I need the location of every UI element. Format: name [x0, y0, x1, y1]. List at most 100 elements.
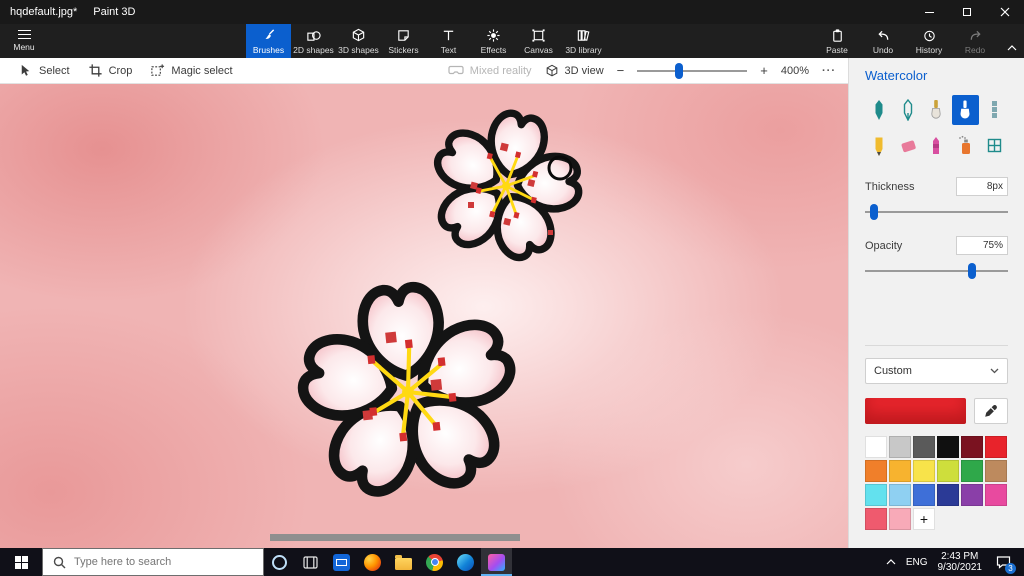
mail-app-button[interactable] — [326, 548, 357, 576]
brush-pencil[interactable] — [866, 131, 893, 161]
opacity-slider-thumb[interactable] — [968, 263, 977, 279]
brush-calligraphy[interactable] — [894, 95, 921, 125]
palette-swatch[interactable] — [985, 484, 1007, 506]
brush-eraser[interactable] — [894, 131, 921, 161]
brush-pixel-pen[interactable] — [980, 95, 1007, 125]
minimize-button[interactable] — [910, 0, 948, 24]
flower-small — [414, 97, 598, 276]
firefox-button[interactable] — [357, 548, 388, 576]
palette-swatch[interactable] — [913, 436, 935, 458]
palette-swatch[interactable] — [913, 484, 935, 506]
palette-swatch[interactable] — [889, 484, 911, 506]
action-center-button[interactable]: 3 — [992, 548, 1016, 576]
menu-button[interactable]: Menu — [0, 24, 48, 58]
language-indicator[interactable]: ENG — [906, 557, 928, 568]
palette-swatch[interactable] — [865, 508, 887, 530]
tab-2d-shapes[interactable]: 2D shapes — [291, 24, 336, 58]
palette-swatch[interactable] — [985, 436, 1007, 458]
close-button[interactable] — [986, 0, 1024, 24]
palette-swatch[interactable] — [961, 484, 983, 506]
oil-brush-icon — [931, 100, 942, 119]
palette-swatch[interactable] — [985, 460, 1007, 482]
thickness-slider[interactable] — [865, 204, 1008, 220]
add-color-button[interactable]: + — [913, 508, 935, 530]
tab-stickers[interactable]: Stickers — [381, 24, 426, 58]
magic-select-button[interactable]: Magic select — [150, 63, 233, 78]
menubar: Menu Brushes 2D shapes 3D shapes Sticker… — [0, 24, 1024, 58]
color-mode-dropdown[interactable]: Custom — [865, 358, 1008, 384]
start-button[interactable] — [0, 548, 42, 576]
system-tray: ENG 2:43 PM 9/30/2021 3 — [886, 548, 1024, 576]
task-view-button[interactable] — [295, 548, 326, 576]
palette-swatch[interactable] — [865, 460, 887, 482]
brush-spray-can[interactable] — [952, 131, 979, 161]
crayon-icon — [933, 137, 940, 154]
tab-3d-library[interactable]: 3D library — [561, 24, 606, 58]
zoom-slider[interactable] — [637, 62, 748, 79]
tab-text[interactable]: Text — [426, 24, 471, 58]
thickness-input[interactable] — [956, 177, 1008, 196]
file-explorer-button[interactable] — [388, 548, 419, 576]
palette-swatch[interactable] — [937, 460, 959, 482]
zoom-slider-thumb[interactable] — [675, 62, 684, 79]
zoom-level: 400% — [780, 64, 809, 77]
paint-spatter — [468, 202, 474, 208]
brush-crayon[interactable] — [923, 131, 950, 161]
collapse-ribbon-button[interactable] — [1007, 38, 1017, 56]
paint3d-taskbar-button[interactable] — [481, 548, 512, 576]
chevron-down-icon — [990, 368, 999, 374]
zoom-in-button[interactable]: + — [760, 63, 768, 78]
edge-button[interactable] — [450, 548, 481, 576]
tab-3d-shapes[interactable]: 3D shapes — [336, 24, 381, 58]
menu-label: Menu — [13, 42, 35, 53]
palette-swatch[interactable] — [913, 460, 935, 482]
brush-marker[interactable] — [866, 95, 893, 125]
mixed-reality-button[interactable]: Mixed reality — [448, 64, 532, 77]
search-input[interactable] — [74, 556, 239, 568]
tray-chevron-icon[interactable] — [886, 559, 896, 565]
tab-canvas[interactable]: Canvas — [516, 24, 561, 58]
cortana-button[interactable] — [264, 548, 295, 576]
restore-button[interactable] — [948, 0, 986, 24]
palette-swatch[interactable] — [889, 436, 911, 458]
zoom-out-button[interactable]: − — [617, 63, 625, 78]
3d-view-button[interactable]: 3D view — [545, 64, 604, 78]
undo-button[interactable]: Undo — [860, 24, 906, 58]
canvas-artwork[interactable] — [0, 84, 848, 548]
taskbar-search[interactable] — [42, 548, 264, 576]
horizontal-scrollbar[interactable] — [270, 534, 520, 541]
brush-grid — [865, 95, 1008, 161]
thickness-slider-thumb[interactable] — [869, 204, 878, 220]
current-color-swatch[interactable] — [865, 398, 966, 424]
palette-swatch[interactable] — [889, 508, 911, 530]
redo-button[interactable]: Redo — [952, 24, 998, 58]
canvas[interactable] — [0, 84, 848, 548]
toolbar: Select Crop Magic select Mixed reality 3… — [0, 58, 848, 84]
crop-button[interactable]: Crop — [88, 63, 132, 78]
select-button[interactable]: Select — [18, 63, 70, 78]
paste-button[interactable]: Paste — [814, 24, 860, 58]
palette-swatch[interactable] — [865, 484, 887, 506]
tab-brushes[interactable]: Brushes — [246, 24, 291, 58]
tab-effects[interactable]: Effects — [471, 24, 516, 58]
palette-swatch[interactable] — [937, 436, 959, 458]
clock[interactable]: 2:43 PM 9/30/2021 — [938, 551, 983, 573]
palette-swatch[interactable] — [961, 460, 983, 482]
zoom-slider-track[interactable] — [637, 69, 748, 72]
opacity-slider[interactable] — [865, 263, 1008, 279]
brush-watercolor[interactable] — [951, 95, 979, 125]
palette-swatch[interactable] — [961, 436, 983, 458]
opacity-slider-track[interactable] — [865, 270, 1008, 272]
brush-pixel-eraser[interactable] — [980, 131, 1007, 161]
palette-swatch[interactable] — [865, 436, 887, 458]
history-button[interactable]: History — [906, 24, 952, 58]
palette-swatch[interactable] — [889, 460, 911, 482]
palette-swatch[interactable] — [937, 484, 959, 506]
opacity-input[interactable] — [956, 236, 1008, 255]
more-options-button[interactable]: ··· — [822, 65, 836, 77]
brush-oil[interactable] — [923, 95, 950, 125]
window-title: hqdefault.jpg* Paint 3D — [10, 6, 135, 18]
eyedropper-button[interactable] — [974, 398, 1008, 424]
thickness-slider-track[interactable] — [865, 211, 1008, 213]
chrome-button[interactable] — [419, 548, 450, 576]
